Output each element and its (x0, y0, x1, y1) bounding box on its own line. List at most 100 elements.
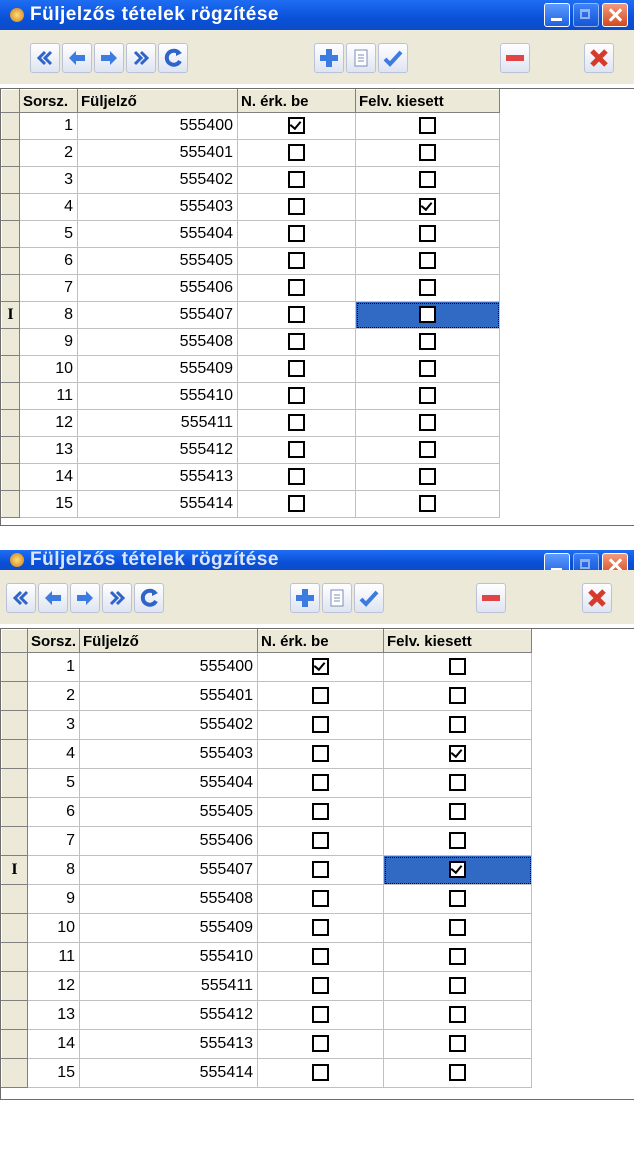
checkbox-unchecked[interactable] (449, 687, 467, 705)
cell-sorsz[interactable]: 8 (27, 855, 81, 885)
cell-n-erk-be[interactable] (237, 166, 356, 194)
checkbox-unchecked[interactable] (419, 306, 436, 324)
records-grid[interactable]: Sorsz. Füljelző N. érk. be Felv. kiesett… (0, 88, 634, 526)
checkbox-checked[interactable] (312, 658, 330, 676)
cell-n-erk-be[interactable] (257, 913, 385, 943)
checkbox-unchecked[interactable] (288, 198, 305, 216)
table-row[interactable]: 14 555413 (1, 463, 500, 491)
row-indicator[interactable] (1, 710, 28, 740)
cell-n-erk-be[interactable] (257, 739, 385, 769)
table-row[interactable]: 6 555405 (1, 247, 500, 275)
table-row[interactable]: 2 555401 (1, 139, 500, 167)
cell-sorsz[interactable]: 11 (27, 942, 81, 972)
cell-n-erk-be[interactable] (237, 220, 356, 248)
checkbox-unchecked[interactable] (312, 1064, 330, 1082)
table-row[interactable]: 11 555410 (1, 942, 533, 972)
row-indicator[interactable] (1, 166, 20, 194)
cell-fuljelzo[interactable]: 555403 (79, 739, 259, 769)
cell-n-erk-be[interactable] (257, 971, 385, 1001)
cell-fuljelzo[interactable]: 555409 (77, 355, 238, 383)
cancel-button[interactable] (582, 583, 612, 613)
checkbox-unchecked[interactable] (288, 387, 305, 405)
table-row[interactable]: I 8 555407 (1, 855, 533, 885)
cell-sorsz[interactable]: 7 (19, 274, 78, 302)
cell-fuljelzo[interactable]: 555407 (77, 301, 238, 329)
maximize-button[interactable] (573, 3, 599, 27)
checkbox-unchecked[interactable] (419, 144, 436, 162)
cell-fuljelzo[interactable]: 555405 (77, 247, 238, 275)
close-window-button[interactable] (602, 3, 628, 27)
checkbox-unchecked[interactable] (419, 252, 436, 270)
cell-n-erk-be[interactable] (257, 942, 385, 972)
checkbox-unchecked[interactable] (312, 1006, 330, 1024)
cell-fuljelzo[interactable]: 555402 (79, 710, 259, 740)
cell-n-erk-be[interactable] (237, 490, 356, 518)
cell-n-erk-be[interactable] (257, 797, 385, 827)
checkbox-unchecked[interactable] (449, 832, 467, 850)
checkbox-unchecked[interactable] (449, 774, 467, 792)
cell-fuljelzo[interactable]: 555406 (79, 826, 259, 856)
row-indicator[interactable] (1, 1000, 28, 1030)
checkbox-unchecked[interactable] (288, 495, 305, 513)
cell-felv-kiesett[interactable] (383, 768, 533, 798)
checkbox-unchecked[interactable] (419, 117, 436, 135)
checkbox-unchecked[interactable] (312, 745, 330, 763)
cell-sorsz[interactable]: 15 (27, 1058, 81, 1088)
cell-sorsz[interactable]: 6 (19, 247, 78, 275)
row-indicator[interactable]: I (1, 855, 28, 885)
cancel-button[interactable] (584, 43, 614, 73)
checkbox-unchecked[interactable] (419, 225, 436, 243)
table-row[interactable]: 5 555404 (1, 768, 533, 798)
cell-felv-kiesett[interactable] (355, 301, 500, 329)
cell-n-erk-be[interactable] (257, 652, 385, 682)
row-indicator[interactable] (1, 382, 20, 410)
cell-fuljelzo[interactable]: 555410 (79, 942, 259, 972)
cell-felv-kiesett[interactable] (383, 1029, 533, 1059)
cell-sorsz[interactable]: 6 (27, 797, 81, 827)
cell-sorsz[interactable]: 10 (27, 913, 81, 943)
cell-fuljelzo[interactable]: 555412 (77, 436, 238, 464)
cell-felv-kiesett[interactable] (355, 436, 500, 464)
table-row[interactable]: 10 555409 (1, 355, 500, 383)
minimize-button[interactable] (544, 3, 570, 27)
row-indicator[interactable] (1, 942, 28, 972)
last-record-button[interactable] (102, 583, 132, 613)
cell-sorsz[interactable]: 1 (19, 112, 78, 140)
cell-felv-kiesett[interactable] (383, 855, 533, 885)
cell-n-erk-be[interactable] (237, 382, 356, 410)
close-window-button[interactable] (602, 553, 628, 570)
checkbox-unchecked[interactable] (312, 919, 330, 937)
table-row[interactable]: 13 555412 (1, 1000, 533, 1030)
row-indicator[interactable] (1, 1029, 28, 1059)
column-header-sorsz[interactable]: Sorsz. (26, 629, 81, 653)
row-indicator[interactable] (1, 247, 20, 275)
cell-felv-kiesett[interactable] (355, 247, 500, 275)
cell-n-erk-be[interactable] (257, 1000, 385, 1030)
checkbox-unchecked[interactable] (312, 803, 330, 821)
cell-felv-kiesett[interactable] (383, 797, 533, 827)
cell-felv-kiesett[interactable] (355, 166, 500, 194)
column-header-n-erk-be[interactable]: N. érk. be (257, 629, 385, 653)
cell-fuljelzo[interactable]: 555404 (79, 768, 259, 798)
cell-fuljelzo[interactable]: 555409 (79, 913, 259, 943)
checkbox-unchecked[interactable] (449, 1035, 467, 1053)
cell-felv-kiesett[interactable] (383, 942, 533, 972)
cell-sorsz[interactable]: 13 (27, 1000, 81, 1030)
cell-sorsz[interactable]: 15 (19, 490, 78, 518)
first-record-button[interactable] (30, 43, 60, 73)
cell-n-erk-be[interactable] (257, 884, 385, 914)
checkbox-unchecked[interactable] (288, 360, 305, 378)
checkbox-unchecked[interactable] (312, 1035, 330, 1053)
table-row[interactable]: 4 555403 (1, 193, 500, 221)
title-bar[interactable]: Füljelzős tételek rögzítése (0, 550, 634, 570)
cell-felv-kiesett[interactable] (383, 739, 533, 769)
cell-sorsz[interactable]: 3 (19, 166, 78, 194)
table-row[interactable]: 12 555411 (1, 409, 500, 437)
cell-sorsz[interactable]: 9 (27, 884, 81, 914)
cell-n-erk-be[interactable] (237, 301, 356, 329)
checkbox-unchecked[interactable] (288, 279, 305, 297)
maximize-button[interactable] (573, 553, 599, 570)
cell-sorsz[interactable]: 7 (27, 826, 81, 856)
table-row[interactable]: 3 555402 (1, 710, 533, 740)
post-button[interactable] (354, 583, 384, 613)
